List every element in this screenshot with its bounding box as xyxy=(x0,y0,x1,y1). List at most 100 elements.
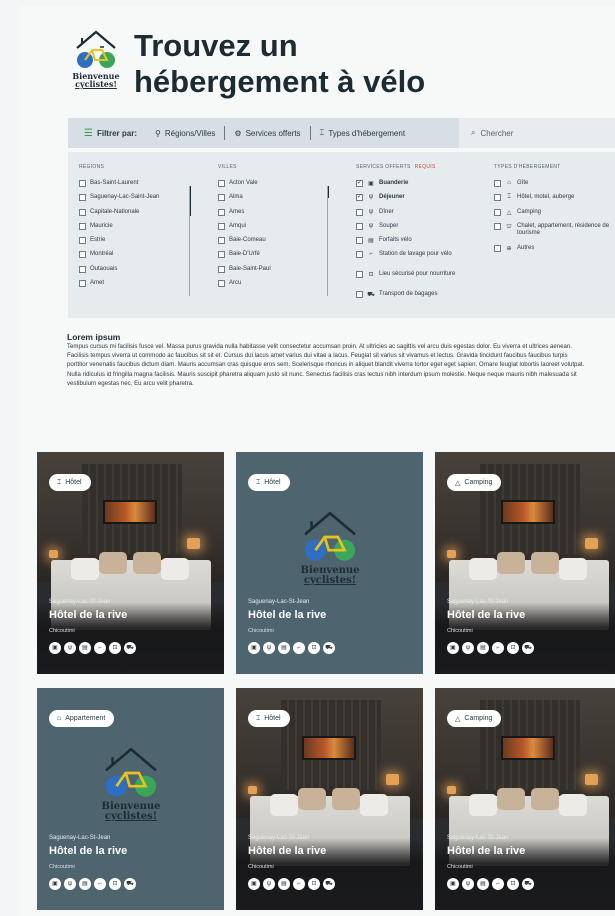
filter-option[interactable]: Baie-D'Urfé xyxy=(218,251,336,265)
filter-option[interactable]: ⛟ Transport de bagages xyxy=(356,291,474,305)
card-title[interactable]: Hôtel de la rive xyxy=(248,845,326,857)
filter-option[interactable]: Alma xyxy=(218,194,336,208)
listing-card[interactable]: △ Camping Saguenay-Lac-St-Jean Hôtel de la … xyxy=(435,452,615,674)
room-photo-lamp xyxy=(49,550,58,558)
filter-option[interactable]: Arcu xyxy=(218,280,336,294)
truck-icon: ⛟ xyxy=(124,642,136,654)
checkbox[interactable] xyxy=(79,251,86,259)
bienvenue-cyclistes-logo[interactable]: Bienvenue cyclistes! xyxy=(70,28,122,100)
ticket-icon: ▤ xyxy=(278,642,290,654)
checkbox[interactable] xyxy=(356,291,363,299)
filter-option[interactable]: ψ Souper xyxy=(356,222,474,237)
filter-option[interactable]: Baie-Saint-Paul xyxy=(218,265,336,280)
filter-option[interactable]: ✓ ▣ Buanderie xyxy=(356,180,474,194)
checkbox[interactable] xyxy=(356,222,363,230)
checkbox[interactable]: ✓ xyxy=(356,194,363,202)
filter-option[interactable]: ▤ Forfaits vélo xyxy=(356,237,474,251)
filter-option[interactable]: Mauricie xyxy=(79,222,197,237)
card-title[interactable]: Hôtel de la rive xyxy=(447,845,525,857)
filter-types-button[interactable]: ⌶ Types d'hébergement xyxy=(311,118,415,148)
room-photo-pillow xyxy=(133,552,161,574)
filter-option[interactable]: Montréal xyxy=(79,251,197,265)
search-input[interactable]: ⌕ Chercher xyxy=(459,118,615,148)
card-title[interactable]: Hôtel de la rive xyxy=(49,609,127,621)
filter-option[interactable]: △ Camping xyxy=(494,208,612,223)
card-service-icons: ▣ ψ ▤ ⌐ ⊡ ⛟ xyxy=(49,642,136,654)
filter-option[interactable]: ⊡ Lieu sécurisé pour nourriture xyxy=(356,271,474,291)
filter-option[interactable]: Saguenay-Lac-Saint-Jean xyxy=(79,194,197,208)
type-tag-label: Hôtel xyxy=(264,479,281,486)
checkbox[interactable] xyxy=(79,180,86,187)
room-photo-painting xyxy=(302,736,356,760)
filter-regions-button[interactable]: ⚲ Régions/Villes xyxy=(146,118,224,148)
search-placeholder: Chercher xyxy=(480,128,514,138)
filter-option[interactable]: Estrie xyxy=(79,237,197,251)
filter-option[interactable]: ⌐ Station de lavage pour vélo xyxy=(356,251,474,271)
checkbox[interactable] xyxy=(218,194,225,202)
filter-option[interactable]: Amqui xyxy=(218,222,336,237)
checkbox[interactable] xyxy=(79,222,86,230)
filter-option-label: Amet xyxy=(90,280,105,287)
card-title[interactable]: Hôtel de la rive xyxy=(248,609,326,621)
listing-card[interactable]: Bienvenue cyclistes! ⌶ Hôtel Saguenay-Lac-St… xyxy=(236,452,423,674)
checkbox[interactable] xyxy=(494,194,501,202)
filter-option[interactable]: ⊕ Autres xyxy=(494,244,612,259)
checkbox[interactable] xyxy=(218,222,225,230)
filter-option[interactable]: Baie-Comeau xyxy=(218,237,336,251)
checkbox[interactable] xyxy=(356,251,363,259)
listing-card[interactable]: ⌶ Hôtel Saguenay-Lac-St-Jean Hôtel de la ri… xyxy=(37,452,224,674)
hose-icon: ⌐ xyxy=(293,878,305,890)
logo-line2: cyclistes! xyxy=(75,79,117,89)
filter-option[interactable]: Outaouais xyxy=(79,265,197,280)
filter-services-button[interactable]: ⚙ Services offerts xyxy=(225,118,309,148)
filter-option-label: Forfaits vélo xyxy=(379,237,412,244)
listing-card[interactable]: Bienvenue cyclistes! ⌂ Appartement Saguenay-… xyxy=(37,688,224,910)
checkbox[interactable] xyxy=(218,265,225,273)
filter-option[interactable]: ψ Dîner xyxy=(356,208,474,223)
filter-option-label: Acton Vale xyxy=(229,180,258,186)
card-title[interactable]: Hôtel de la rive xyxy=(49,845,127,857)
filter-option[interactable]: Ames xyxy=(218,208,336,223)
checkbox[interactable] xyxy=(218,237,225,245)
checkbox[interactable] xyxy=(79,237,86,245)
filter-option[interactable]: ⌶ Hôtel, motel, auberge xyxy=(494,194,612,208)
checkbox[interactable] xyxy=(218,180,225,187)
ticket-icon: ▤ xyxy=(278,878,290,890)
checkbox[interactable] xyxy=(494,244,501,252)
checkbox[interactable] xyxy=(218,280,225,288)
filter-option[interactable]: Capitale-Nationale xyxy=(79,208,197,223)
checkbox[interactable] xyxy=(494,180,501,187)
ticket-icon: ▤ xyxy=(477,642,489,654)
room-photo-lamp xyxy=(447,786,456,794)
types-heading: Types d'hébergement xyxy=(494,164,561,170)
filter-option[interactable]: Acton Vale xyxy=(218,180,336,194)
listing-card[interactable]: △ Camping Saguenay-Lac-St-Jean Hôtel de la … xyxy=(435,688,615,910)
room-photo-lamp xyxy=(386,774,399,785)
filter-option[interactable]: Amet xyxy=(79,280,197,294)
lock-icon: ⊡ xyxy=(368,272,374,279)
checkbox[interactable] xyxy=(218,251,225,259)
card-title[interactable]: Hôtel de la rive xyxy=(447,609,525,621)
filter-option[interactable]: ✓ ψ Déjeuner xyxy=(356,194,474,208)
checkbox[interactable] xyxy=(79,194,86,202)
filter-option-label: Dîner xyxy=(379,208,394,215)
checkbox[interactable]: ✓ xyxy=(356,180,363,187)
checkbox[interactable] xyxy=(79,280,86,288)
checkbox[interactable] xyxy=(494,222,501,230)
listing-card[interactable]: ⌶ Hôtel Saguenay-Lac-St-Jean Hôtel de la ri… xyxy=(236,688,423,910)
checkbox[interactable] xyxy=(79,265,86,273)
page-title-line1: Trouvez un xyxy=(134,28,298,63)
filter-option[interactable]: ⛫ Chalet, appartement, résidence de touri… xyxy=(494,222,612,245)
checkbox[interactable] xyxy=(356,237,363,245)
filter-option[interactable]: ⌂ Gîte xyxy=(494,180,612,194)
filter-option[interactable]: Bas-Saint-Laurent xyxy=(79,180,197,194)
checkbox[interactable] xyxy=(79,208,86,216)
bed-icon: ⌶ xyxy=(57,478,62,486)
bed-icon: ⌶ xyxy=(256,478,261,486)
checkbox[interactable] xyxy=(218,208,225,216)
checkbox[interactable] xyxy=(356,271,363,279)
checkbox[interactable] xyxy=(494,208,501,216)
room-photo-painting xyxy=(501,500,555,524)
card-city: Chicoutimi xyxy=(248,864,274,870)
checkbox[interactable] xyxy=(356,208,363,216)
